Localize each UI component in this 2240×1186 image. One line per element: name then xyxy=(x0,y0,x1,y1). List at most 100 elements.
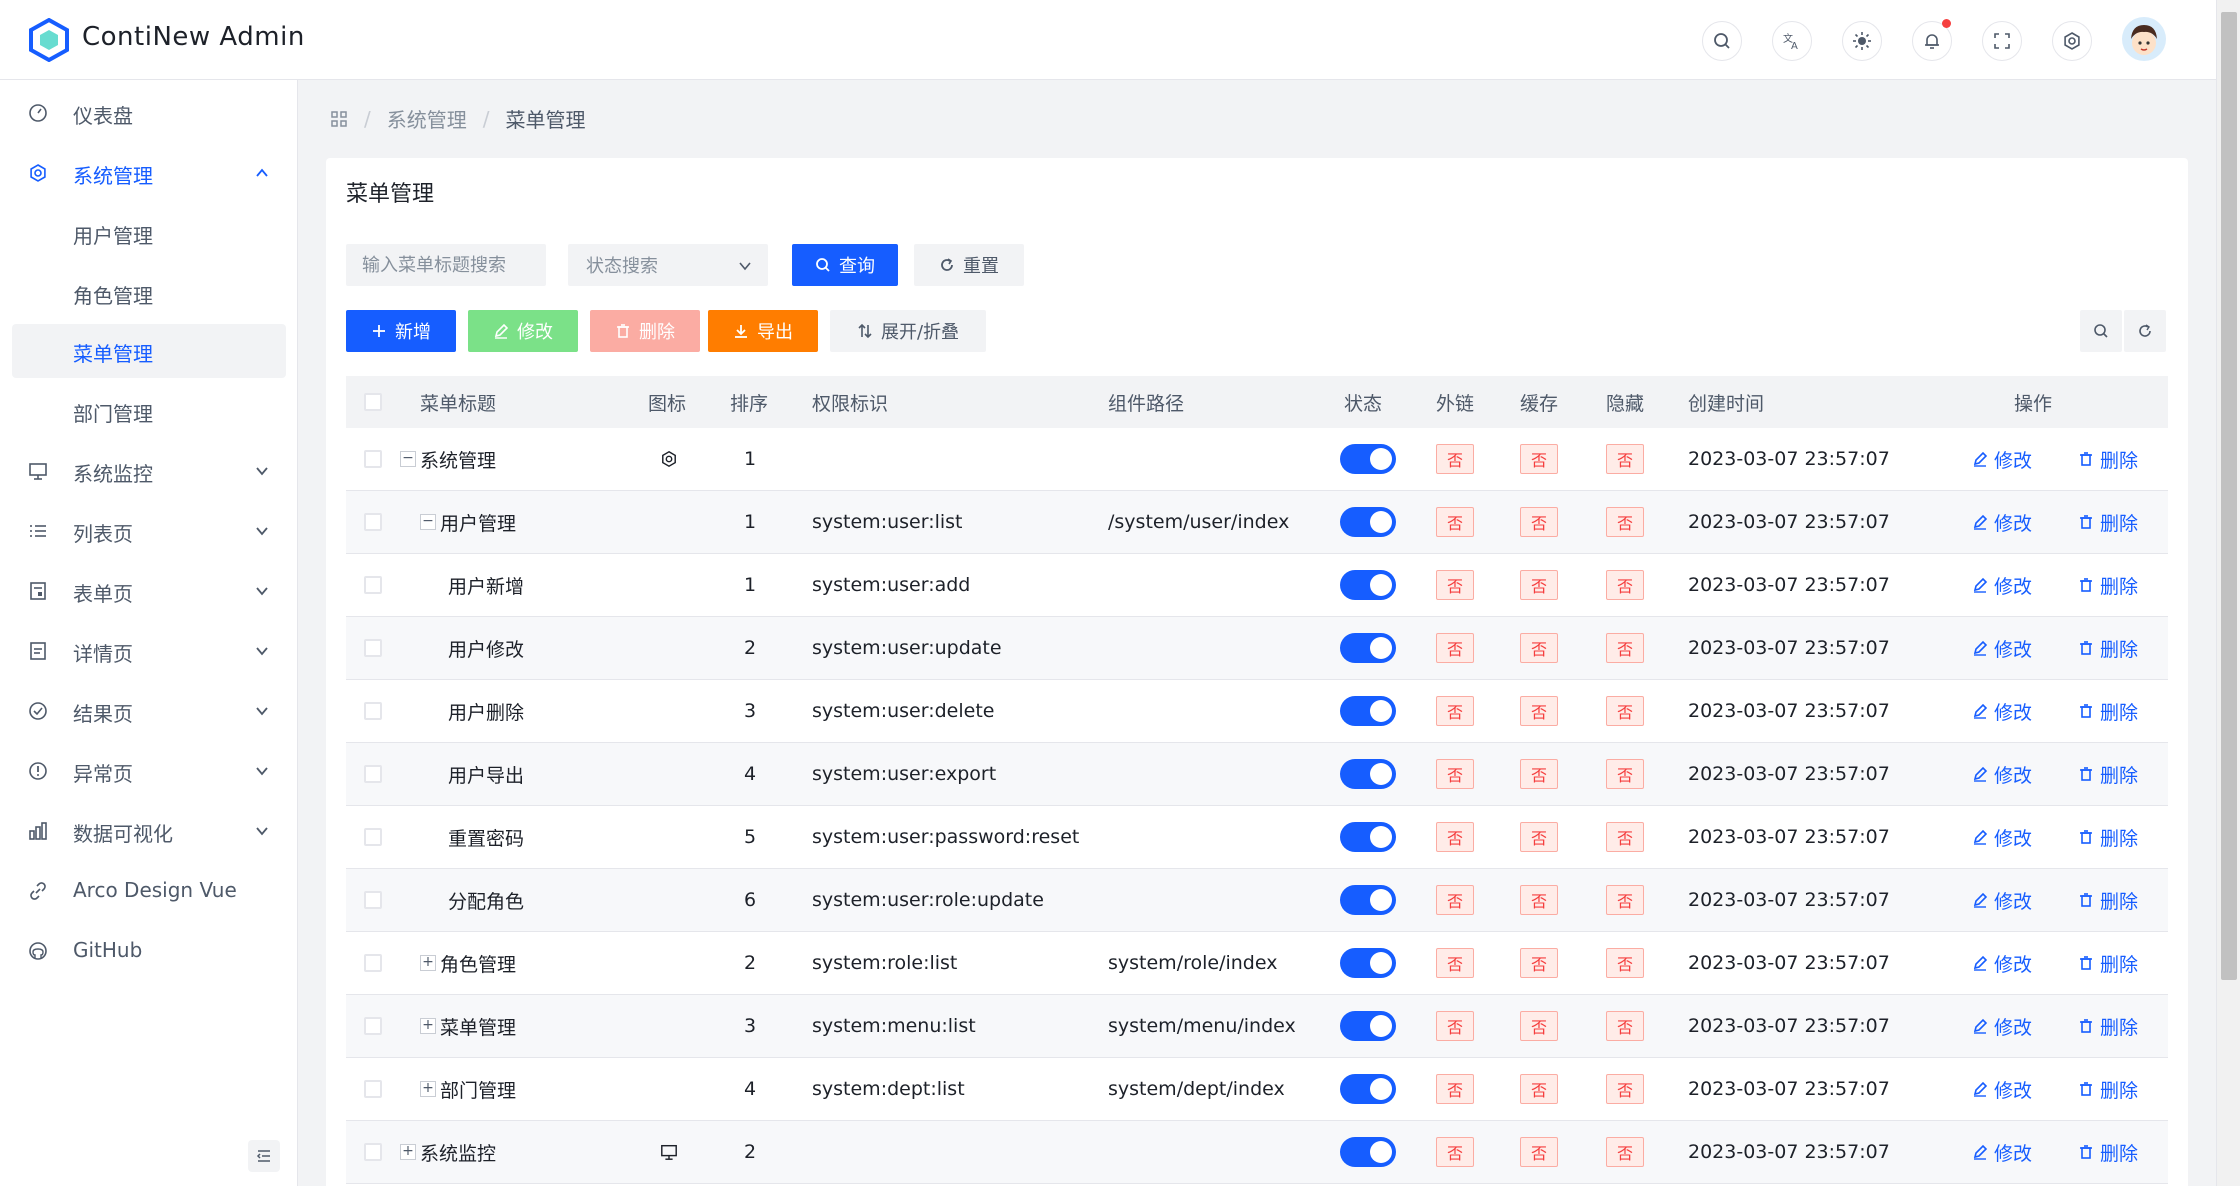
status-switch[interactable] xyxy=(1340,633,1396,663)
row-delete-button[interactable]: 删除 xyxy=(2078,869,2138,931)
sidebar-item-dashboard[interactable]: 仪表盘 xyxy=(12,86,286,140)
user-avatar[interactable] xyxy=(2122,17,2166,61)
row-checkbox[interactable] xyxy=(364,869,382,931)
cache-cell: 否 xyxy=(1520,617,1558,679)
delete-button[interactable]: 删除 xyxy=(590,310,700,352)
status-switch[interactable] xyxy=(1340,948,1396,978)
add-button[interactable]: 新增 xyxy=(346,310,456,352)
row-checkbox[interactable] xyxy=(364,1121,382,1183)
select-all-checkbox[interactable] xyxy=(364,376,382,428)
row-delete-button[interactable]: 删除 xyxy=(2078,617,2138,679)
status-switch[interactable] xyxy=(1340,507,1396,537)
sidebar-item-monitor[interactable]: 系统监控 xyxy=(12,444,286,498)
row-delete-button[interactable]: 删除 xyxy=(2078,428,2138,490)
row-edit-button[interactable]: 修改 xyxy=(1972,932,2032,994)
row-edit-button[interactable]: 修改 xyxy=(1972,806,2032,868)
row-checkbox[interactable] xyxy=(364,743,382,805)
expand-icon[interactable]: + xyxy=(420,955,436,971)
reset-button[interactable]: 重置 xyxy=(914,244,1024,286)
row-delete-button[interactable]: 删除 xyxy=(2078,806,2138,868)
row-checkbox[interactable] xyxy=(364,680,382,742)
expand-icon[interactable]: + xyxy=(420,1081,436,1097)
scrollbar-thumb[interactable] xyxy=(2221,12,2237,980)
row-checkbox[interactable] xyxy=(364,995,382,1057)
breadcrumb-item[interactable]: 系统管理 xyxy=(387,104,467,133)
row-edit-button[interactable]: 修改 xyxy=(1972,680,2032,742)
sidebar-item-github[interactable]: GitHub xyxy=(12,924,286,978)
row-delete-button[interactable]: 删除 xyxy=(2078,995,2138,1057)
expand-collapse-button[interactable]: 展开/折叠 xyxy=(830,310,986,352)
row-edit-button[interactable]: 修改 xyxy=(1972,869,2032,931)
sidebar-item-arco[interactable]: Arco Design Vue xyxy=(12,864,286,918)
sidebar-item-users[interactable]: 用户管理 xyxy=(12,206,286,260)
status-switch[interactable] xyxy=(1340,822,1396,852)
row-delete-button[interactable]: 删除 xyxy=(2078,491,2138,553)
row-delete-button[interactable]: 删除 xyxy=(2078,743,2138,805)
sidebar-item-roles[interactable]: 角色管理 xyxy=(12,266,286,320)
row-checkbox[interactable] xyxy=(364,554,382,616)
status-switch[interactable] xyxy=(1340,696,1396,726)
row-edit-button[interactable]: 修改 xyxy=(1972,428,2032,490)
sidebar-item-menus[interactable]: 菜单管理 xyxy=(12,324,286,378)
expand-icon[interactable]: + xyxy=(400,1144,416,1160)
fullscreen-button[interactable] xyxy=(1982,21,2022,61)
page-scrollbar[interactable] xyxy=(2216,0,2240,1186)
row-checkbox[interactable] xyxy=(364,932,382,994)
query-button[interactable]: 查询 xyxy=(792,244,898,286)
theme-button[interactable] xyxy=(1842,21,1882,61)
collapse-icon[interactable]: − xyxy=(420,514,436,530)
row-edit-button[interactable]: 修改 xyxy=(1972,1121,2032,1183)
breadcrumb-separator: / xyxy=(482,106,490,131)
search-button[interactable] xyxy=(1702,21,1742,61)
sidebar-collapse-button[interactable] xyxy=(248,1140,280,1172)
status-switch[interactable] xyxy=(1340,1137,1396,1167)
sidebar-item-depts[interactable]: 部门管理 xyxy=(12,384,286,438)
expand-icon[interactable]: + xyxy=(420,1018,436,1034)
sidebar-item-detail[interactable]: 详情页 xyxy=(12,624,286,678)
menu-title-search-input[interactable] xyxy=(346,244,546,286)
status-switch[interactable] xyxy=(1340,885,1396,915)
row-delete-button[interactable]: 删除 xyxy=(2078,554,2138,616)
sidebar-item-form[interactable]: 表单页 xyxy=(12,564,286,618)
language-button[interactable]: 文A xyxy=(1772,21,1812,61)
status-select[interactable]: 状态搜索 xyxy=(568,244,768,286)
row-delete-button[interactable]: 删除 xyxy=(2078,932,2138,994)
row-edit-button[interactable]: 修改 xyxy=(1972,491,2032,553)
sidebar-item-list[interactable]: 列表页 xyxy=(12,504,286,558)
sidebar-item-system[interactable]: 系统管理 xyxy=(12,146,286,200)
created-time-cell: 2023-03-07 23:57:07 xyxy=(1688,448,1890,470)
row-checkbox[interactable] xyxy=(364,806,382,868)
row-edit-button[interactable]: 修改 xyxy=(1972,554,2032,616)
notification-button[interactable] xyxy=(1912,19,1952,61)
sidebar-item-result[interactable]: 结果页 xyxy=(12,684,286,738)
plus-icon xyxy=(373,325,385,337)
row-checkbox[interactable] xyxy=(364,491,382,553)
export-button[interactable]: 导出 xyxy=(708,310,818,352)
row-checkbox[interactable] xyxy=(364,1058,382,1120)
table-search-toggle[interactable] xyxy=(2080,310,2122,352)
status-switch[interactable] xyxy=(1340,570,1396,600)
table-refresh-button[interactable] xyxy=(2124,310,2166,352)
row-edit-button[interactable]: 修改 xyxy=(1972,995,2032,1057)
collapse-icon[interactable]: − xyxy=(400,451,416,467)
row-edit-button[interactable]: 修改 xyxy=(1972,617,2032,679)
settings-button[interactable] xyxy=(2052,21,2092,61)
row-delete-button[interactable]: 删除 xyxy=(2078,680,2138,742)
row-checkbox[interactable] xyxy=(364,617,382,679)
status-switch[interactable] xyxy=(1340,1074,1396,1104)
status-switch[interactable] xyxy=(1340,1011,1396,1041)
row-delete-button[interactable]: 删除 xyxy=(2078,1121,2138,1183)
theme-icon xyxy=(1853,32,1871,50)
edit-button[interactable]: 修改 xyxy=(468,310,578,352)
sidebar-item-label: 仪表盘 xyxy=(73,104,133,128)
row-edit-button[interactable]: 修改 xyxy=(1972,743,2032,805)
status-switch[interactable] xyxy=(1340,759,1396,789)
external-cell: 否 xyxy=(1436,806,1474,868)
row-edit-button[interactable]: 修改 xyxy=(1972,1058,2032,1120)
sidebar-item-exception[interactable]: 异常页 xyxy=(12,744,286,798)
row-edit-label: 修改 xyxy=(1994,1079,2033,1102)
sidebar-item-visualization[interactable]: 数据可视化 xyxy=(12,804,286,858)
status-switch[interactable] xyxy=(1340,444,1396,474)
row-delete-button[interactable]: 删除 xyxy=(2078,1058,2138,1120)
row-checkbox[interactable] xyxy=(364,428,382,490)
